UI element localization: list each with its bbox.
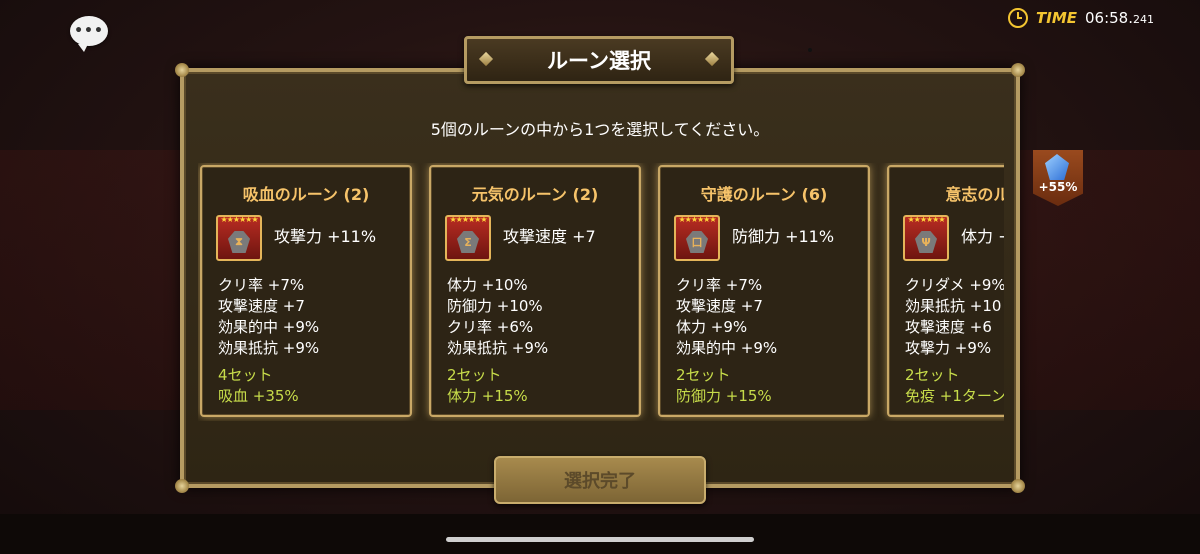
rune-symbol-icon: Σ: [457, 231, 479, 253]
rune-icon: ★★★★★★ Ψ: [903, 215, 949, 261]
rune-card[interactable]: 意志のルーン ★★★★★★ Ψ 体力 + クリダメ +9% 効果抵抗 +10 攻…: [887, 165, 1004, 417]
rune-icon: ★★★★★★ ⧗: [216, 215, 262, 261]
sub-stat: 効果抵抗 +9%: [218, 339, 320, 357]
sub-stat: 攻撃速度 +7: [676, 297, 763, 315]
rune-name: 守護のルーン (6): [700, 185, 828, 204]
rune-stars: ★★★★★★: [907, 215, 945, 224]
set-count: 2セット: [905, 366, 960, 384]
diamond-ornament-icon: [478, 51, 494, 67]
set-bonus: 2セット 免疫 +1ターン: [905, 365, 1004, 407]
time-value: 06:58.241: [1085, 9, 1154, 27]
main-stat: 防御力 +11%: [732, 227, 835, 246]
time-ms: 241: [1133, 13, 1154, 26]
sub-stat: 効果抵抗 +9%: [447, 339, 549, 357]
sub-stat: 防御力 +10%: [447, 297, 543, 315]
sub-stat: 攻撃力 +9%: [905, 339, 992, 357]
set-effect: 吸血 +35%: [218, 387, 299, 405]
sub-stat: クリ率 +6%: [447, 318, 534, 336]
set-bonus: 2セット 体力 +15%: [447, 365, 528, 407]
diamond-ornament-icon: [704, 51, 720, 67]
sub-stats: 体力 +10% 防御力 +10% クリ率 +6% 効果抵抗 +9%: [447, 275, 548, 359]
bonus-percent: +55%: [1038, 180, 1078, 194]
corner-ornament: [175, 63, 189, 77]
home-indicator[interactable]: [446, 537, 754, 542]
corner-ornament: [1011, 479, 1025, 493]
sub-stat: クリダメ +9%: [905, 276, 1004, 294]
sub-stat: 体力 +10%: [447, 276, 528, 294]
rune-card-list[interactable]: 吸血のルーン (2) ★★★★★★ ⧗ 攻撃力 +11% クリ率 +7% 攻撃速…: [198, 163, 1004, 421]
crystal-icon: [1045, 154, 1069, 180]
main-stat: 攻撃速度 +7: [503, 227, 596, 246]
sub-stats: クリ率 +7% 攻撃速度 +7 体力 +9% 効果的中 +9%: [676, 275, 777, 359]
set-bonus: 4セット 吸血 +35%: [218, 365, 299, 407]
time-label: TIME: [1036, 9, 1077, 27]
rune-card[interactable]: 守護のルーン (6) ★★★★★★ 口 防御力 +11% クリ率 +7% 攻撃速…: [658, 165, 870, 417]
sub-stat: 体力 +9%: [676, 318, 748, 336]
sub-stat: 効果的中 +9%: [218, 318, 320, 336]
set-count: 2セット: [676, 366, 731, 384]
sub-stat: 効果抵抗 +10: [905, 297, 1002, 315]
sub-stats: クリダメ +9% 効果抵抗 +10 攻撃速度 +6 攻撃力 +9%: [905, 275, 1004, 359]
rune-icon: ★★★★★★ Σ: [445, 215, 491, 261]
rune-name: 元気のルーン (2): [471, 185, 599, 204]
dialog-title-plate: ルーン選択: [464, 36, 734, 84]
rune-card[interactable]: 元気のルーン (2) ★★★★★★ Σ 攻撃速度 +7 体力 +10% 防御力 …: [429, 165, 641, 417]
confirm-selection-button[interactable]: 選択完了: [494, 456, 706, 504]
set-count: 2セット: [447, 366, 502, 384]
set-effect: 防御力 +15%: [676, 387, 772, 405]
alarm-clock-icon: [1008, 8, 1028, 28]
bottom-strip: [0, 514, 1200, 554]
rune-icon: ★★★★★★ 口: [674, 215, 720, 261]
decor-dot: [808, 48, 812, 52]
set-effect: 体力 +15%: [447, 387, 528, 405]
instruction-text: 5個のルーンの中から1つを選択してください。: [430, 120, 770, 139]
main-stat: 体力 +: [961, 227, 1004, 246]
dialog-title: ルーン選択: [547, 49, 651, 73]
sub-stat: クリ率 +7%: [676, 276, 763, 294]
rune-card[interactable]: 吸血のルーン (2) ★★★★★★ ⧗ 攻撃力 +11% クリ率 +7% 攻撃速…: [200, 165, 412, 417]
rune-stars: ★★★★★★: [678, 215, 716, 224]
rune-symbol-icon: 口: [686, 231, 708, 253]
sub-stat: 攻撃速度 +7: [218, 297, 305, 315]
timer: TIME 06:58.241: [1008, 8, 1154, 28]
sub-stat: クリ率 +7%: [218, 276, 305, 294]
sub-stat: 効果的中 +9%: [676, 339, 778, 357]
set-effect: 免疫 +1ターン: [905, 387, 1004, 405]
time-main: 06:58.: [1085, 9, 1133, 27]
rune-name: 意志のルーン: [945, 185, 1004, 204]
set-count: 4セット: [218, 366, 273, 384]
sub-stat: 攻撃速度 +6: [905, 318, 992, 336]
sub-stats: クリ率 +7% 攻撃速度 +7 効果的中 +9% 効果抵抗 +9%: [218, 275, 319, 359]
set-bonus: 2セット 防御力 +15%: [676, 365, 772, 407]
rune-symbol-icon: ⧗: [228, 231, 250, 253]
main-stat: 攻撃力 +11%: [274, 227, 377, 246]
rune-name: 吸血のルーン (2): [242, 185, 370, 204]
rune-stars: ★★★★★★: [220, 215, 258, 224]
rune-stars: ★★★★★★: [449, 215, 487, 224]
corner-ornament: [175, 479, 189, 493]
rune-symbol-icon: Ψ: [915, 231, 937, 253]
corner-ornament: [1011, 63, 1025, 77]
chat-bubble-icon[interactable]: •••: [70, 16, 108, 52]
